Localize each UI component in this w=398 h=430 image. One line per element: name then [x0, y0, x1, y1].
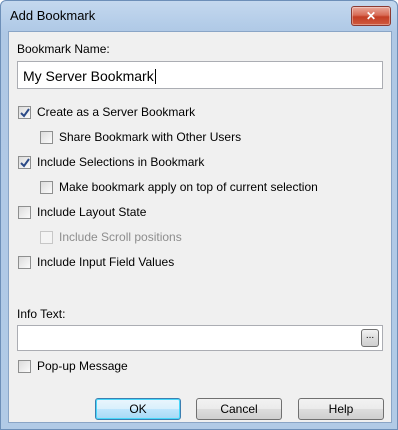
apply-on-top-checkbox[interactable]	[40, 181, 53, 194]
bookmark-name-label: Bookmark Name:	[17, 42, 110, 56]
text-caret	[154, 69, 156, 84]
dialog-body: Bookmark Name: My Server Bookmark Create…	[8, 31, 392, 423]
include-layout-checkbox[interactable]	[18, 206, 31, 219]
ok-button[interactable]: OK	[95, 398, 181, 420]
include-scroll-checkbox	[40, 231, 53, 244]
apply-on-top-label: Make bookmark apply on top of current se…	[59, 180, 318, 194]
bookmark-name-input[interactable]: My Server Bookmark	[17, 61, 383, 89]
add-bookmark-dialog: Add Bookmark ✕ Bookmark Name: My Server …	[0, 0, 398, 430]
share-bookmark-checkbox[interactable]	[40, 131, 53, 144]
close-icon: ✕	[365, 9, 377, 23]
popup-message-label: Pop-up Message	[37, 359, 128, 373]
title-bar[interactable]: Add Bookmark ✕	[1, 1, 397, 31]
ellipsis-icon: ...	[365, 330, 375, 341]
checkmark-icon	[20, 108, 30, 118]
info-text-browse-button[interactable]: ...	[361, 329, 379, 347]
include-selections-label: Include Selections in Bookmark	[37, 155, 205, 169]
include-selections-checkbox[interactable]	[18, 156, 31, 169]
info-text-label: Info Text:	[17, 307, 66, 321]
create-server-bookmark-checkbox[interactable]	[18, 106, 31, 119]
share-bookmark-label: Share Bookmark with Other Users	[59, 130, 242, 144]
bookmark-name-value: My Server Bookmark	[23, 68, 156, 84]
include-input-fields-checkbox[interactable]	[18, 256, 31, 269]
create-server-bookmark-label: Create as a Server Bookmark	[37, 105, 196, 119]
cancel-button[interactable]: Cancel	[196, 398, 282, 420]
info-text-input[interactable]: ...	[17, 325, 383, 351]
close-button[interactable]: ✕	[351, 6, 391, 26]
popup-message-checkbox[interactable]	[18, 360, 31, 373]
dialog-title: Add Bookmark	[10, 8, 96, 23]
help-button[interactable]: Help	[298, 398, 384, 420]
include-scroll-label: Include Scroll positions	[59, 230, 182, 244]
include-layout-label: Include Layout State	[37, 205, 147, 219]
include-input-fields-label: Include Input Field Values	[37, 255, 175, 269]
checkmark-icon	[20, 158, 30, 168]
